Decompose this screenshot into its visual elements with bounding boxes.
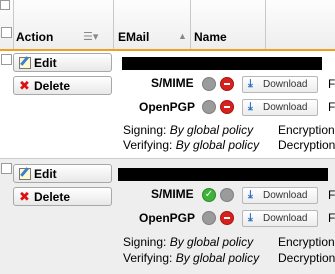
encryption-label: Encryption bbox=[278, 235, 335, 249]
header-col-email[interactable]: EMail ▲ bbox=[114, 0, 191, 49]
delete-label: Delete bbox=[34, 190, 71, 204]
header-name-label: Name bbox=[194, 30, 227, 44]
delete-label: Delete bbox=[34, 79, 71, 93]
table-row: Edit ✖ Delete S/MIME ⤓ Download F OpenPG… bbox=[0, 51, 335, 158]
download-icon: ⤓ bbox=[248, 78, 253, 90]
email-value bbox=[122, 57, 322, 70]
signing-policy: Signing: By global policy bbox=[123, 235, 253, 249]
smime-trailing: F bbox=[328, 188, 335, 202]
download-label: Download bbox=[263, 213, 308, 224]
row-checkbox[interactable] bbox=[1, 163, 12, 174]
openpgp-status-grey-icon bbox=[202, 211, 216, 225]
smime-label: S/MIME bbox=[151, 187, 194, 201]
openpgp-status-grey-icon bbox=[202, 100, 216, 114]
header-checkbox[interactable] bbox=[1, 27, 12, 38]
delete-button[interactable]: ✖ Delete bbox=[13, 76, 112, 95]
encryption-label: Encryption bbox=[278, 123, 335, 137]
sort-icon[interactable]: ▲ bbox=[178, 31, 187, 41]
verifying-label: Verifying: bbox=[123, 251, 173, 265]
download-icon: ⤓ bbox=[248, 189, 253, 201]
openpgp-status-red-icon bbox=[220, 100, 234, 114]
row-checkbox[interactable] bbox=[1, 54, 12, 65]
verifying-value: By global policy bbox=[175, 251, 260, 265]
openpgp-status-red-icon bbox=[220, 211, 234, 225]
smime-trailing: F bbox=[328, 77, 335, 91]
edit-label: Edit bbox=[34, 167, 57, 181]
decryption-label: Decryption bbox=[278, 138, 335, 152]
smime-status-red-icon bbox=[220, 77, 234, 91]
header-col-action[interactable]: Action ☰▾ bbox=[13, 0, 114, 49]
edit-icon bbox=[19, 168, 31, 180]
edit-label: Edit bbox=[34, 56, 57, 70]
verifying-policy: Verifying: By global policy bbox=[123, 138, 259, 152]
table-header: Action ☰▾ EMail ▲ Name bbox=[0, 0, 335, 51]
signing-label: Signing: bbox=[123, 123, 167, 137]
smime-status-check-icon: ✓ bbox=[202, 188, 216, 202]
download-icon: ⤓ bbox=[248, 101, 253, 113]
openpgp-download-button[interactable]: ⤓ Download bbox=[242, 99, 318, 116]
header-email-label: EMail bbox=[118, 30, 150, 44]
edit-button[interactable]: Edit bbox=[13, 53, 112, 72]
smime-status-grey-icon bbox=[202, 77, 216, 91]
delete-icon: ✖ bbox=[19, 78, 30, 93]
openpgp-trailing: F bbox=[328, 211, 335, 225]
smime-download-button[interactable]: ⤓ Download bbox=[242, 76, 318, 93]
decryption-label: Decryption bbox=[278, 251, 335, 265]
openpgp-download-button[interactable]: ⤓ Download bbox=[242, 210, 318, 227]
signing-policy: Signing: By global policy bbox=[123, 123, 253, 137]
verifying-value: By global policy bbox=[175, 138, 260, 152]
signing-value: By global policy bbox=[169, 123, 254, 137]
delete-icon: ✖ bbox=[19, 189, 30, 204]
openpgp-label: OpenPGP bbox=[139, 211, 196, 225]
smime-status-grey-icon bbox=[220, 188, 234, 202]
verifying-policy: Verifying: By global policy bbox=[123, 251, 259, 265]
header-col-check bbox=[0, 0, 14, 49]
signing-label: Signing: bbox=[123, 235, 167, 249]
smime-label: S/MIME bbox=[151, 76, 194, 90]
signing-value: By global policy bbox=[169, 235, 254, 249]
download-label: Download bbox=[263, 190, 308, 201]
edit-button[interactable]: Edit bbox=[13, 164, 112, 183]
smime-download-button[interactable]: ⤓ Download bbox=[242, 187, 318, 204]
header-col-name[interactable]: Name bbox=[191, 0, 266, 49]
openpgp-label: OpenPGP bbox=[139, 100, 196, 114]
download-label: Download bbox=[263, 79, 308, 90]
header-action-label: Action bbox=[16, 30, 54, 44]
download-icon: ⤓ bbox=[248, 212, 253, 224]
download-label: Download bbox=[263, 102, 308, 113]
verifying-label: Verifying: bbox=[123, 138, 173, 152]
openpgp-trailing: F bbox=[328, 100, 335, 114]
delete-button[interactable]: ✖ Delete bbox=[13, 187, 112, 206]
column-menu-icon[interactable]: ☰▾ bbox=[83, 30, 98, 43]
email-value bbox=[118, 168, 328, 181]
table-row: Edit ✖ Delete S/MIME ✓ ⤓ Download F Open… bbox=[0, 158, 335, 274]
edit-icon bbox=[19, 57, 31, 69]
